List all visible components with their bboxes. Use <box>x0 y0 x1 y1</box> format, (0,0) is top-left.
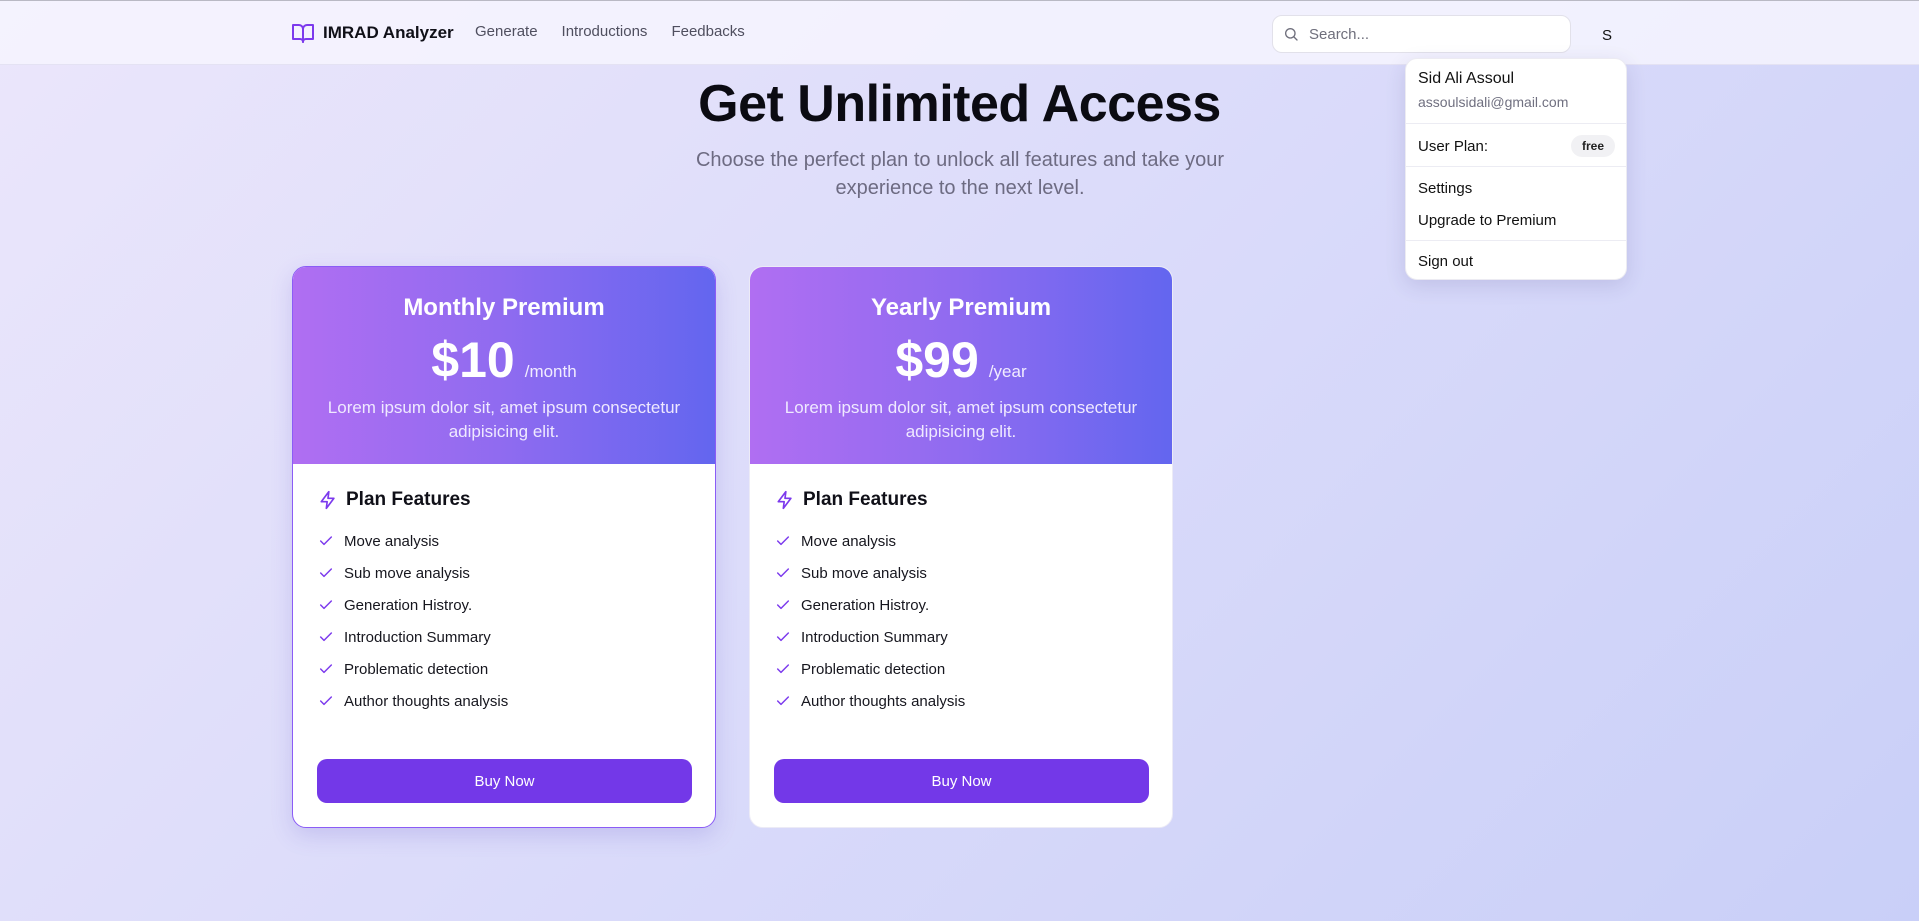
page-title: Get Unlimited Access <box>698 75 1221 133</box>
pricing-card-monthly: Monthly Premium $10 /month Lorem ipsum d… <box>292 266 716 828</box>
price-row: $10 /month <box>293 334 715 386</box>
plan-title: Yearly Premium <box>870 294 1052 321</box>
features-list: Move analysis Sub move analysis Generati… <box>318 525 691 717</box>
plan-title: Monthly Premium <box>403 294 605 321</box>
user-plan-badge: free <box>1571 135 1615 157</box>
check-icon <box>776 536 790 546</box>
features-heading: Plan Features <box>318 489 691 511</box>
features-list: Move analysis Sub move analysis Generati… <box>775 525 1148 717</box>
feature-item: Generation Histroy. <box>775 589 1148 621</box>
feature-label: Sub move analysis <box>344 564 470 582</box>
plan-price: $10 <box>431 332 515 388</box>
feature-item: Author thoughts analysis <box>775 685 1148 717</box>
lightning-bolt-icon <box>320 490 335 510</box>
brand-name: IMRAD Analyzer <box>323 23 454 42</box>
nav-introductions[interactable]: Introductions <box>562 23 648 40</box>
buy-now-button[interactable]: Buy Now <box>317 759 692 803</box>
plan-description: Lorem ipsum dolor sit, amet ipsum consec… <box>327 398 681 441</box>
page-subtitle: Choose the perfect plan to unlock all fe… <box>695 149 1225 199</box>
features-heading: Plan Features <box>775 489 1148 511</box>
check-icon <box>776 664 790 674</box>
feature-label: Author thoughts analysis <box>801 692 966 710</box>
feature-label: Problematic detection <box>344 660 489 678</box>
pricing-card-yearly: Yearly Premium $99 /year Lorem ipsum dol… <box>749 266 1173 828</box>
feature-item: Move analysis <box>775 525 1148 557</box>
feature-label: Generation Histroy. <box>344 596 473 614</box>
feature-label: Move analysis <box>801 532 897 550</box>
check-icon <box>319 696 333 706</box>
features-title: Plan Features <box>803 489 928 510</box>
feature-item: Generation Histroy. <box>318 589 691 621</box>
user-email: assoulsidali@gmail.com <box>1418 94 1569 110</box>
feature-item: Sub move analysis <box>318 557 691 589</box>
user-name: Sid Ali Assoul <box>1418 70 1515 87</box>
main-nav: Generate Introductions Feedbacks <box>475 23 745 40</box>
plan-period: /year <box>988 362 1027 381</box>
feature-item: Introduction Summary <box>775 621 1148 653</box>
menu-item-upgrade-premium[interactable]: Upgrade to Premium <box>1418 212 1556 229</box>
nav-generate[interactable]: Generate <box>475 23 538 40</box>
plan-period: /month <box>524 362 577 381</box>
feature-label: Generation Histroy. <box>801 596 930 614</box>
check-icon <box>776 600 790 610</box>
pricing-card-body: Plan Features Move analysis Sub move ana… <box>293 464 715 717</box>
search-icon <box>1285 28 1298 41</box>
brand-link[interactable]: IMRAD Analyzer <box>291 20 454 46</box>
feature-label: Move analysis <box>344 532 440 550</box>
menu-item-settings[interactable]: Settings <box>1418 180 1472 197</box>
user-menu-dropdown: Sid Ali Assoul assoulsidali@gmail.com Us… <box>1405 58 1627 280</box>
search-box <box>1272 15 1571 53</box>
check-icon <box>319 536 333 546</box>
plan-price: $99 <box>895 332 979 388</box>
feature-label: Author thoughts analysis <box>344 692 509 710</box>
feature-item: Problematic detection <box>775 653 1148 685</box>
feature-item: Sub move analysis <box>775 557 1148 589</box>
check-icon <box>776 696 790 706</box>
lightning-bolt-icon <box>777 490 792 510</box>
pricing-card-header: Yearly Premium $99 /year Lorem ipsum dol… <box>750 267 1172 464</box>
check-icon <box>776 568 790 578</box>
plan-description: Lorem ipsum dolor sit, amet ipsum consec… <box>784 398 1138 441</box>
feature-item: Author thoughts analysis <box>318 685 691 717</box>
menu-item-sign-out[interactable]: Sign out <box>1418 253 1473 270</box>
book-open-icon <box>292 24 314 43</box>
search-input[interactable] <box>1307 24 1561 44</box>
menu-divider <box>1406 240 1626 241</box>
user-plan-label: User Plan: <box>1418 138 1489 155</box>
check-icon <box>319 632 333 642</box>
menu-divider <box>1406 123 1626 124</box>
avatar[interactable]: S <box>1589 18 1625 52</box>
price-row: $99 /year <box>750 334 1172 386</box>
feature-item: Introduction Summary <box>318 621 691 653</box>
check-icon <box>319 568 333 578</box>
feature-item: Problematic detection <box>318 653 691 685</box>
pricing-card-header: Monthly Premium $10 /month Lorem ipsum d… <box>293 267 715 464</box>
check-icon <box>319 600 333 610</box>
feature-label: Sub move analysis <box>801 564 927 582</box>
feature-label: Introduction Summary <box>801 628 948 646</box>
nav-feedbacks[interactable]: Feedbacks <box>671 23 744 40</box>
check-icon <box>319 664 333 674</box>
feature-label: Problematic detection <box>801 660 946 678</box>
pricing-card-body: Plan Features Move analysis Sub move ana… <box>750 464 1172 717</box>
features-title: Plan Features <box>346 489 471 510</box>
feature-item: Move analysis <box>318 525 691 557</box>
buy-now-button[interactable]: Buy Now <box>774 759 1149 803</box>
menu-divider <box>1406 166 1626 167</box>
feature-label: Introduction Summary <box>344 628 491 646</box>
top-navbar: IMRAD Analyzer Generate Introductions Fe… <box>0 1 1919 65</box>
check-icon <box>776 632 790 642</box>
